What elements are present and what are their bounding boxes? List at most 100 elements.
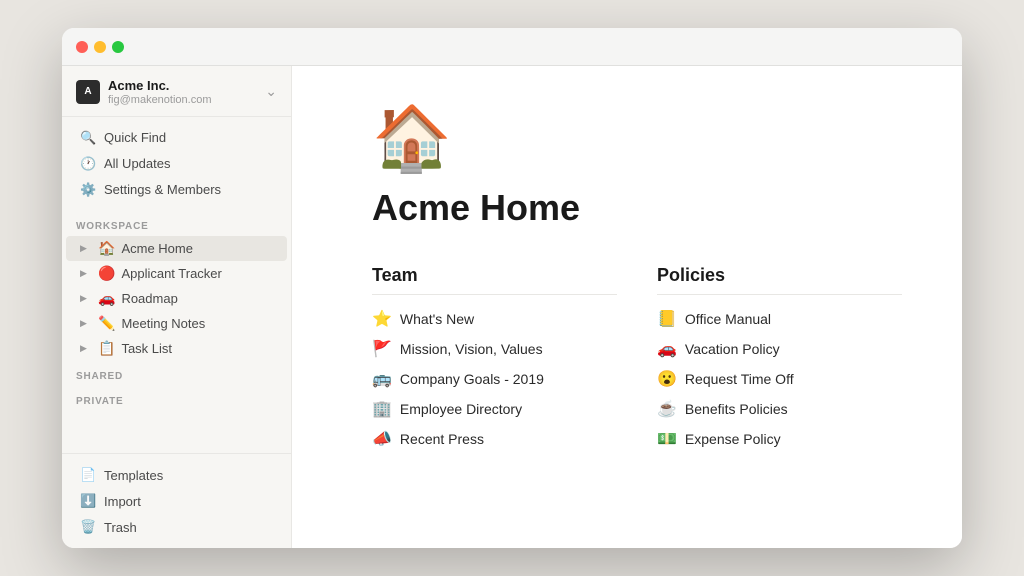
sidebar-bottom: 📄 Templates ⬇️ Import 🗑️ Trash: [62, 453, 291, 548]
workspace-items-list: ▶ 🏠 Acme Home ▶ 🔴 Applicant Tracker ▶ 🚗 …: [62, 236, 291, 361]
workspace-info: Acme Inc. fig@makenotion.com: [108, 78, 212, 106]
page-emoji: 🏠: [372, 106, 902, 170]
sidebar-item-applicant-tracker[interactable]: ▶ 🔴 Applicant Tracker: [66, 261, 287, 286]
app-body: A Acme Inc. fig@makenotion.com ⌄ 🔍 Quick…: [62, 66, 962, 548]
team-section-title: Team: [372, 265, 617, 295]
item-label: Company Goals - 2019: [400, 371, 544, 387]
money-icon: 💵: [657, 429, 677, 449]
acme-home-label: Acme Home: [121, 241, 193, 256]
list-item[interactable]: 🚌 Company Goals - 2019: [372, 367, 617, 391]
sidebar-item-acme-home[interactable]: ▶ 🏠 Acme Home: [66, 236, 287, 261]
workspace-logo: A: [76, 80, 100, 104]
coffee-icon: ☕: [657, 399, 677, 419]
workspace-chevron-icon: ⌄: [265, 83, 277, 100]
sidebar: A Acme Inc. fig@makenotion.com ⌄ 🔍 Quick…: [62, 66, 292, 548]
titlebar: [62, 28, 962, 66]
megaphone-icon: 📣: [372, 429, 392, 449]
traffic-lights: [76, 41, 124, 53]
workspace-email: fig@makenotion.com: [108, 94, 212, 106]
settings-label: Settings & Members: [104, 182, 221, 197]
sidebar-item-task-list[interactable]: ▶ 📋 Task List: [66, 336, 287, 361]
list-item[interactable]: 📣 Recent Press: [372, 427, 617, 451]
flag-icon: 🚩: [372, 339, 392, 359]
roadmap-emoji: 🚗: [98, 290, 115, 307]
acme-home-emoji: 🏠: [98, 240, 115, 257]
policies-section: Policies 📒 Office Manual 🚗 Vacation Poli…: [657, 265, 902, 451]
list-item[interactable]: 🚩 Mission, Vision, Values: [372, 337, 617, 361]
chevron-icon: ▶: [80, 243, 92, 254]
car-icon: 🚗: [657, 339, 677, 359]
import-icon: ⬇️: [80, 493, 96, 509]
chevron-icon: ▶: [80, 293, 92, 304]
workspace-header[interactable]: A Acme Inc. fig@makenotion.com ⌄: [62, 66, 291, 117]
face-icon: 😮: [657, 369, 677, 389]
item-label: Vacation Policy: [685, 341, 780, 357]
star-icon: ⭐: [372, 309, 392, 329]
policies-list: 📒 Office Manual 🚗 Vacation Policy 😮 Requ…: [657, 307, 902, 451]
chevron-icon: ▶: [80, 343, 92, 354]
sidebar-item-roadmap[interactable]: ▶ 🚗 Roadmap: [66, 286, 287, 311]
sidebar-item-templates[interactable]: 📄 Templates: [66, 462, 287, 488]
minimize-button[interactable]: [94, 41, 106, 53]
meeting-notes-label: Meeting Notes: [121, 316, 205, 331]
task-list-emoji: 📋: [98, 340, 115, 357]
chevron-icon: ▶: [80, 318, 92, 329]
team-section: Team ⭐ What's New 🚩 Mission, Vision, Val…: [372, 265, 617, 451]
workspace-name: Acme Inc.: [108, 78, 212, 94]
meeting-notes-emoji: ✏️: [98, 315, 115, 332]
item-label: Expense Policy: [685, 431, 781, 447]
list-item[interactable]: ☕ Benefits Policies: [657, 397, 902, 421]
roadmap-label: Roadmap: [121, 291, 177, 306]
building-icon: 🏢: [372, 399, 392, 419]
item-label: What's New: [400, 311, 474, 327]
app-window: A Acme Inc. fig@makenotion.com ⌄ 🔍 Quick…: [62, 28, 962, 548]
sidebar-item-all-updates[interactable]: 🕐 All Updates: [66, 151, 287, 177]
trash-icon: 🗑️: [80, 519, 96, 535]
sidebar-item-settings[interactable]: ⚙️ Settings & Members: [66, 177, 287, 203]
sidebar-nav: 🔍 Quick Find 🕐 All Updates ⚙️ Settings &…: [62, 117, 291, 211]
all-updates-label: All Updates: [104, 156, 170, 171]
sidebar-item-trash[interactable]: 🗑️ Trash: [66, 514, 287, 540]
workspace-identity: A Acme Inc. fig@makenotion.com: [76, 78, 212, 106]
item-label: Benefits Policies: [685, 401, 788, 417]
list-item[interactable]: 🚗 Vacation Policy: [657, 337, 902, 361]
clock-icon: 🕐: [80, 156, 96, 172]
team-list: ⭐ What's New 🚩 Mission, Vision, Values 🚌…: [372, 307, 617, 451]
item-label: Recent Press: [400, 431, 484, 447]
notebook-icon: 📒: [657, 309, 677, 329]
quick-find-label: Quick Find: [104, 130, 166, 145]
import-label: Import: [104, 494, 141, 509]
search-icon: 🔍: [80, 130, 96, 146]
sidebar-item-quick-find[interactable]: 🔍 Quick Find: [66, 125, 287, 151]
item-label: Request Time Off: [685, 371, 794, 387]
list-item[interactable]: 😮 Request Time Off: [657, 367, 902, 391]
workspace-section-label: WORKSPACE: [62, 211, 291, 236]
applicant-tracker-emoji: 🔴: [98, 265, 115, 282]
templates-icon: 📄: [80, 467, 96, 483]
page-title: Acme Home: [372, 186, 902, 229]
item-label: Mission, Vision, Values: [400, 341, 543, 357]
close-button[interactable]: [76, 41, 88, 53]
content-grid: Team ⭐ What's New 🚩 Mission, Vision, Val…: [372, 265, 902, 451]
list-item[interactable]: 📒 Office Manual: [657, 307, 902, 331]
item-label: Office Manual: [685, 311, 771, 327]
sidebar-item-meeting-notes[interactable]: ▶ ✏️ Meeting Notes: [66, 311, 287, 336]
item-label: Employee Directory: [400, 401, 522, 417]
trash-label: Trash: [104, 520, 137, 535]
applicant-tracker-label: Applicant Tracker: [121, 266, 221, 281]
templates-label: Templates: [104, 468, 163, 483]
maximize-button[interactable]: [112, 41, 124, 53]
list-item[interactable]: ⭐ What's New: [372, 307, 617, 331]
logo-text: A: [84, 86, 91, 97]
shared-section-label: SHARED: [62, 361, 291, 386]
private-section-label: PRIVATE: [62, 386, 291, 411]
main-content: 🏠 Acme Home Team ⭐ What's New 🚩 Mission,…: [292, 66, 962, 548]
sidebar-item-import[interactable]: ⬇️ Import: [66, 488, 287, 514]
list-item[interactable]: 🏢 Employee Directory: [372, 397, 617, 421]
list-item[interactable]: 💵 Expense Policy: [657, 427, 902, 451]
policies-section-title: Policies: [657, 265, 902, 295]
bus-icon: 🚌: [372, 369, 392, 389]
task-list-label: Task List: [121, 341, 172, 356]
gear-icon: ⚙️: [80, 182, 96, 198]
chevron-icon: ▶: [80, 268, 92, 279]
